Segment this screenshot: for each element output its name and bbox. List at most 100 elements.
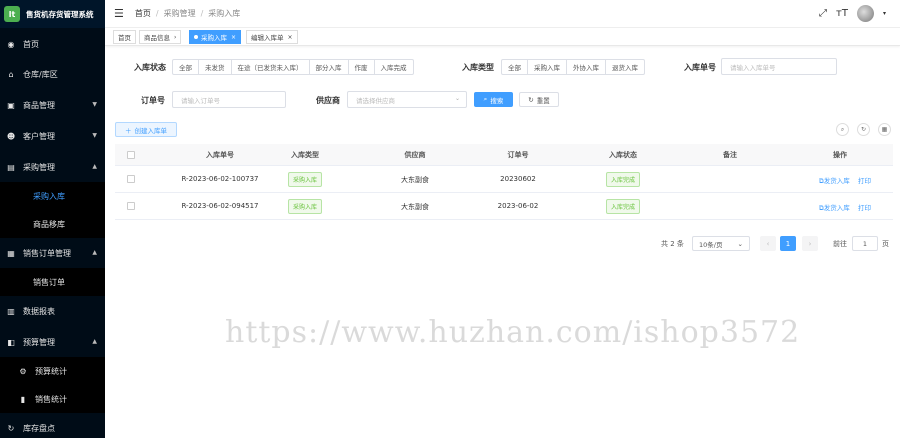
status-option-void[interactable]: 作废 [349,60,375,74]
tag-edit-inbound[interactable]: 编辑入库单 × [246,30,298,44]
sidebar-item-warehouse[interactable]: ⌂ 仓库/库区 [0,60,105,88]
search-button[interactable]: ⌕ 搜索 [474,92,513,107]
chevron-down-icon[interactable]: ▾ [883,10,886,17]
breadcrumb-purchase: 采购管理 [163,9,196,18]
page-size-select[interactable]: 10条/页 ⌄ [692,236,750,251]
cell-inbound-no: R-2023-06-02-100737 [181,175,259,183]
status-badge: 入库完成 [605,172,640,187]
goto-input[interactable]: 1 [852,236,878,251]
breadcrumb: 首页 / 采购管理 / 采购入库 [134,8,241,19]
sidebar-item-budget-stats[interactable]: ⚙ 预算统计 [0,357,105,385]
sidebar-item-purchase[interactable]: ▤ 采购管理 ▲ [0,153,105,181]
sidebar-item-home[interactable]: ◉ 首页 [0,30,105,58]
refresh-icon: ↻ [528,95,534,104]
sidebar-item-budget[interactable]: ◧ 预算管理 ▲ [0,328,105,356]
status-filter-label: 入库状态 [134,63,166,72]
col-remark: 备注 [723,150,737,159]
sidebar-item-purchase-inbound[interactable]: 采购入库 [0,182,105,210]
search-toggle-icon[interactable]: ⌕ [836,123,849,136]
chart-icon: ▥ [7,306,15,316]
order-no-label: 订单号 [141,96,165,105]
goto-label: 前往 [833,240,847,248]
menu-toggle-icon[interactable]: ☰ [114,7,124,20]
sidebar-item-goods-transfer[interactable]: 商品移库 [0,210,105,238]
table-row: R-2023-06-02-094517 采购入库 大东副食 2023-06-02… [115,193,893,220]
sidebar-item-report[interactable]: ▥ 数据报表 [0,297,105,325]
row-checkbox[interactable] [127,175,135,183]
type-option-all[interactable]: 全部 [502,60,528,74]
type-option-outsource[interactable]: 外协入库 [567,60,606,74]
logo-icon: lt [4,6,20,22]
sidebar-item-customer[interactable]: ☻ 客户管理 ▼ [0,122,105,150]
reset-button[interactable]: ↻ 重置 [519,92,559,107]
users-icon: ☻ [6,131,16,141]
status-option-partial[interactable]: 部分入库 [310,60,349,74]
status-option-in-transit[interactable]: 在途（已发货未入库） [232,60,310,74]
inventory-icon: ↻ [7,423,15,433]
type-filter-group: 全部 采购入库 外协入库 退货入库 [501,59,645,75]
sidebar-item-sales[interactable]: ▦ 销售订单管理 ▲ [0,239,105,267]
close-icon[interactable]: › [174,34,176,41]
cart-icon: ▣ [7,100,15,110]
page-1-button[interactable]: 1 [780,236,796,251]
purchase-icon: ▤ [7,162,15,172]
inbound-no-label: 入库单号 [684,63,716,72]
status-option-unshipped[interactable]: 未发货 [199,60,232,74]
main-content: 入库状态 全部 未发货 在途（已发货未入库） 部分入库 作废 入库完成 入库类型… [105,47,900,438]
cell-inbound-no: R-2023-06-02-094517 [181,202,259,210]
tag-home[interactable]: 首页 [113,30,136,44]
chevron-down-icon: ▼ [92,101,97,108]
select-all-checkbox[interactable] [127,151,135,159]
type-option-purchase[interactable]: 采购入库 [528,60,567,74]
col-status: 入库状态 [609,150,637,159]
table-header: 入库单号 入库类型 供应商 订单号 入库状态 备注 操作 [115,144,893,166]
dashboard-icon: ◉ [7,39,15,49]
supplier-select[interactable]: 请选择供应商 ⌄ [347,91,467,108]
cell-supplier: 大东副食 [401,203,429,211]
pager-total: 共 2 条 [661,240,684,248]
tag-goods-info[interactable]: 商品信息 › [139,30,182,44]
inbound-no-input[interactable]: 请输入入库单号 [721,58,837,75]
sidebar: lt 售货机存货管理系统 ◉ 首页 ⌂ 仓库/库区 ▣ 商品管理 ▼ ☻ 客户管理 ▼ ▤ 采… [0,0,105,438]
table-row: R-2023-06-02-100737 采购入库 大东副食 20230602 入… [115,166,893,193]
avatar[interactable] [856,5,874,22]
close-icon[interactable]: × [231,34,236,41]
budget-icon: ◧ [7,337,15,347]
search-icon: ⌕ [483,95,488,103]
print-link[interactable]: 打印 [858,204,871,212]
prev-page-button[interactable]: ‹ [760,236,776,251]
col-order-no: 订单号 [507,150,529,159]
chevron-down-icon: ▼ [92,132,97,139]
chevron-up-icon: ▲ [92,338,97,345]
ship-inbound-link[interactable]: ⧉发货入库 [819,177,850,185]
col-inbound-type: 入库类型 [291,150,319,159]
row-checkbox[interactable] [127,202,135,210]
print-link[interactable]: 打印 [858,177,871,185]
type-option-return[interactable]: 退货入库 [606,60,644,74]
breadcrumb-inbound: 采购入库 [208,9,241,18]
breadcrumb-home[interactable]: 首页 [135,8,151,19]
plus-icon: ＋ [125,126,132,135]
refresh-icon[interactable]: ↻ [857,123,870,136]
type-filter-label: 入库类型 [462,63,494,72]
page-unit: 页 [882,240,889,248]
watermark: https://www.huzhan.com/ishop3572 [225,315,801,350]
status-option-done[interactable]: 入库完成 [375,60,413,74]
col-actions: 操作 [833,150,847,159]
font-size-icon[interactable]: ᴛT [836,8,848,19]
fullscreen-icon[interactable]: ⤢ [819,8,827,19]
order-no-input[interactable]: 请输入订单号 [172,91,286,108]
inbound-table: 入库单号 入库类型 供应商 订单号 入库状态 备注 操作 R-2023-06-0… [115,144,893,220]
top-bar: ☰ 首页 / 采购管理 / 采购入库 ⤢ ᴛT ▾ [105,0,900,28]
columns-icon[interactable]: ▦ [878,123,891,136]
app-logo: lt 售货机存货管理系统 [0,0,105,28]
close-icon[interactable]: × [288,34,293,41]
create-inbound-button[interactable]: ＋创建入库单 [115,122,177,137]
sidebar-item-sales-order[interactable]: 销售订单 [0,268,105,296]
sidebar-item-goods[interactable]: ▣ 商品管理 ▼ [0,91,105,119]
next-page-button[interactable]: › [802,236,818,251]
sidebar-item-sales-stats[interactable]: ▮ 销售统计 [0,385,105,413]
tag-purchase-inbound[interactable]: 采购入库 × [189,30,242,44]
status-option-all[interactable]: 全部 [173,60,199,74]
ship-inbound-link[interactable]: ⧉发货入库 [819,204,850,212]
